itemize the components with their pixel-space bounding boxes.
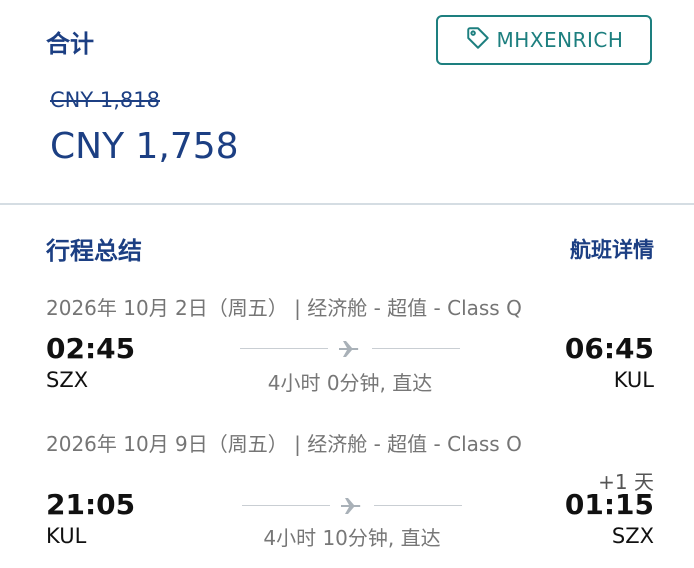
flight-header: 2026年 10月 2日（周五） | 经济舱 - 超值 - Class Q — [46, 296, 522, 320]
airplane-icon — [339, 341, 359, 357]
itinerary-summary-title: 行程总结 — [46, 237, 142, 265]
depart-airport-code: SZX — [46, 368, 89, 392]
total-label: 合计 — [46, 30, 94, 58]
flight-duration: 4小时 0分钟, 直达 — [267, 371, 433, 395]
route-line — [242, 496, 462, 516]
section-divider — [0, 203, 694, 205]
arrive-airport-code: KUL — [613, 368, 654, 392]
arrive-time: 01:15 — [564, 488, 654, 521]
tag-icon — [465, 25, 491, 56]
final-price: CNY 1,758 — [50, 126, 239, 167]
original-price: CNY 1,818 — [50, 88, 160, 112]
depart-time: 02:45 — [46, 332, 136, 365]
depart-airport-code: KUL — [46, 524, 87, 548]
flight-header: 2026年 10月 9日（周五） | 经济舱 - 超值 - Class O — [46, 432, 522, 456]
flight-duration: 4小时 10分钟, 直达 — [263, 526, 441, 550]
promo-code-button[interactable]: MHXENRICH — [436, 15, 652, 65]
promo-code-label: MHXENRICH — [496, 28, 624, 52]
arrive-airport-code: SZX — [611, 524, 654, 548]
arrive-time: 06:45 — [564, 332, 654, 365]
route-line — [240, 339, 460, 359]
airplane-icon — [341, 498, 361, 514]
depart-time: 21:05 — [46, 488, 136, 521]
flight-details-link[interactable]: 航班详情 — [570, 234, 654, 264]
